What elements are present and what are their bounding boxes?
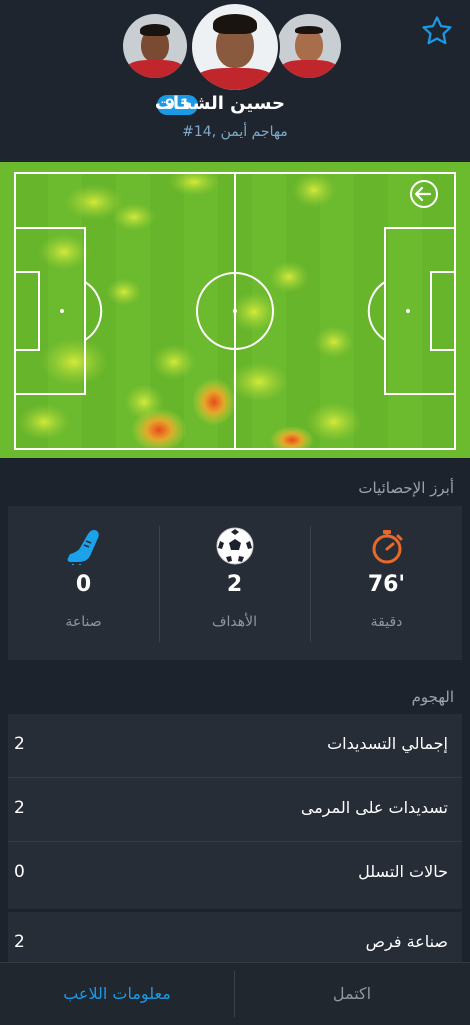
stat-assists-value: 0 [75, 572, 92, 597]
stat-row-label: تسديدات على المرمى [300, 798, 448, 817]
done-button[interactable]: اكتمل [235, 963, 469, 1025]
stat-row: إجمالي التسديدات 2 [8, 714, 462, 778]
stat-row-value: 0 [14, 862, 25, 882]
highlights-card: 76' دقيقة 2 الأهداف 0 صناعة [8, 506, 462, 660]
football-icon [216, 527, 253, 565]
bottom-nav: معلومات اللاعب اكتمل [0, 962, 470, 1025]
teammate-avatar-right[interactable] [277, 14, 341, 78]
player-info-button[interactable]: معلومات اللاعب [0, 963, 234, 1025]
stat-goals-label: الأهداف [211, 614, 257, 630]
stat-row-value: 2 [14, 734, 25, 754]
stat-row-label: صناعة فرص [365, 932, 448, 951]
attack-section-title: الهجوم [411, 688, 454, 706]
boot-icon [67, 530, 99, 565]
heatmap-pitch [0, 162, 470, 458]
stat-goals-value: 2 [226, 572, 243, 597]
teammate-avatar-left[interactable] [123, 14, 187, 78]
stat-goals: 2 الأهداف [159, 506, 310, 660]
heatmap [14, 172, 456, 450]
stat-assists-label: صناعة [65, 614, 102, 630]
stat-minutes: 76' دقيقة [311, 506, 462, 660]
stat-minutes-value: 76' [367, 572, 406, 597]
attack-card: إجمالي التسديدات 2 تسديدات على المرمى 2 … [8, 714, 462, 909]
stat-row-value: 2 [14, 798, 25, 818]
player-position: #14, مهاجم أيمن [182, 124, 288, 140]
stat-row-value: 2 [14, 932, 25, 952]
stat-row: صناعة فرص 2 [8, 912, 462, 962]
stat-row-label: إجمالي التسديدات [327, 734, 448, 753]
highlights-section-title: أبرز الإحصائيات [358, 479, 454, 497]
stat-assists: 0 صناعة [8, 506, 159, 660]
player-avatar [190, 2, 280, 92]
stat-minutes-label: دقيقة [370, 614, 403, 630]
attack-card-2: صناعة فرص 2 [8, 912, 462, 962]
player-header: 9.1 حسين الشحات #14, مهاجم أيمن [0, 0, 470, 162]
stopwatch-icon [372, 530, 402, 564]
player-name: حسين الشحات [154, 93, 285, 114]
stat-row: تسديدات على المرمى 2 [8, 778, 462, 842]
favorite-star-icon[interactable] [420, 14, 454, 48]
stat-row: حالات التسلل 0 [8, 842, 462, 906]
stat-row-label: حالات التسلل [358, 862, 448, 881]
